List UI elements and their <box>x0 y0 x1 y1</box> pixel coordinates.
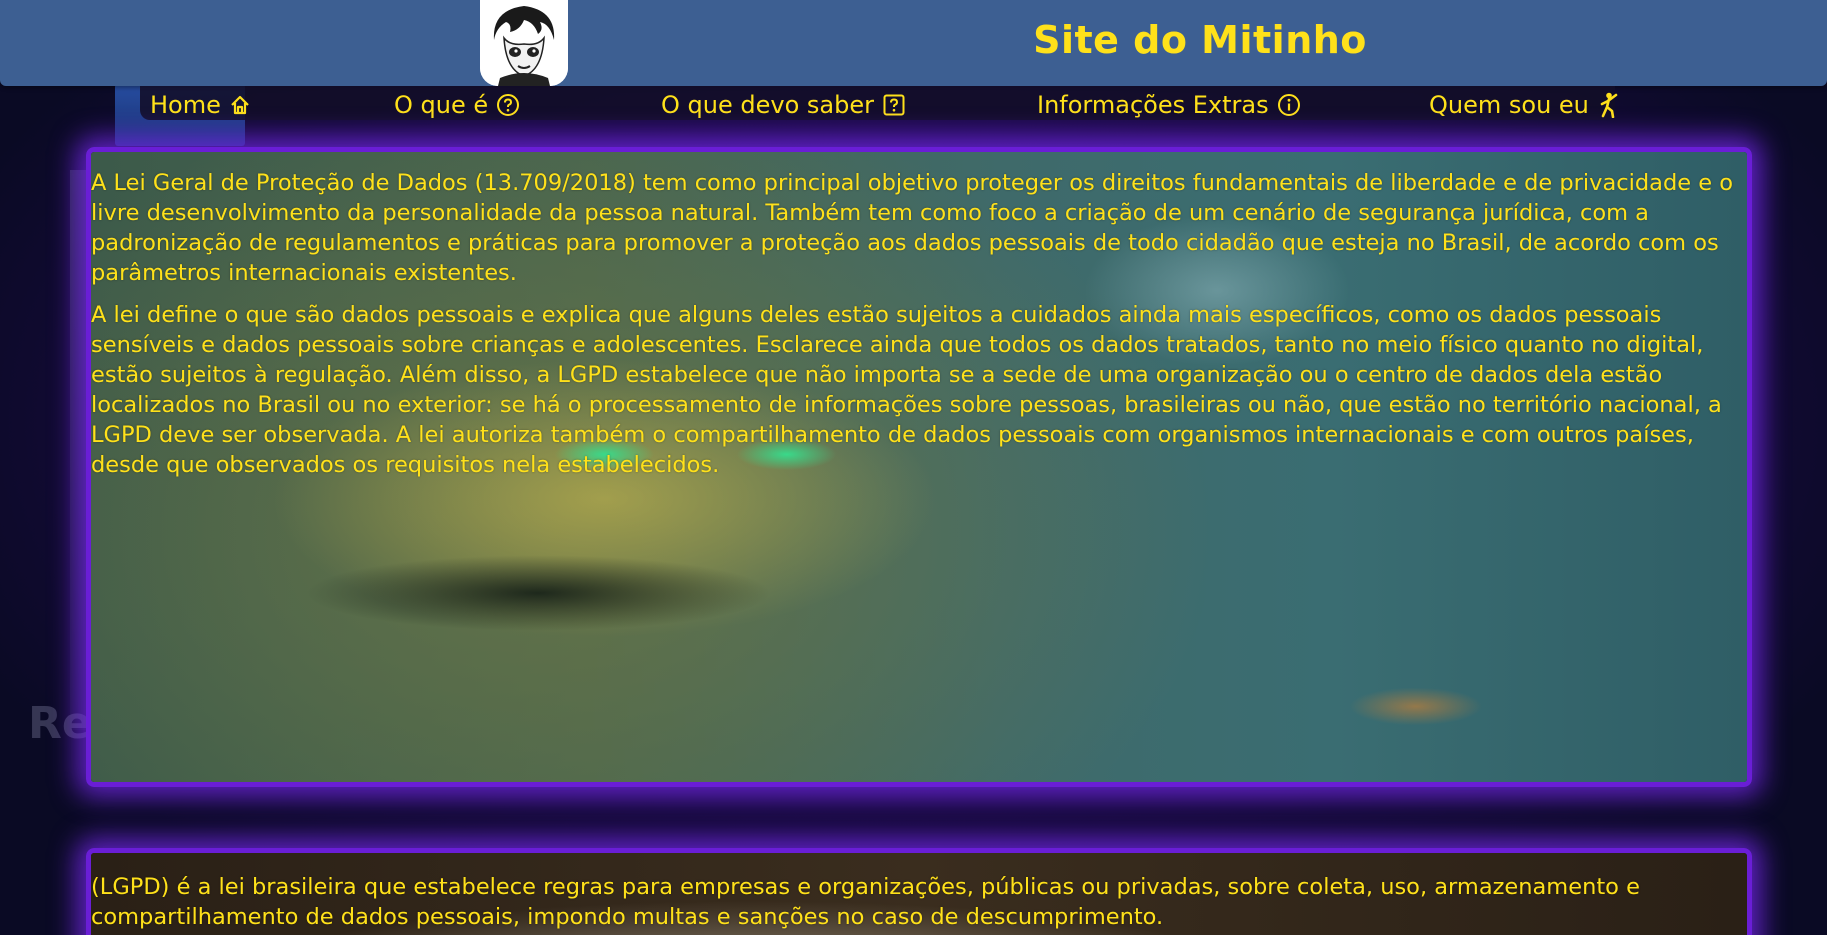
site-title: Site do Mitinho <box>1033 18 1367 62</box>
nav-item-quem-sou-eu[interactable]: Quem sou eu <box>1429 90 1621 120</box>
home-icon <box>229 94 251 116</box>
background-artwork-text: Re <box>28 698 92 749</box>
nav-item-label: Home <box>150 91 221 119</box>
paragraph: A lei define o que são dados pessoais e … <box>91 302 1722 478</box>
content-panel-lgpd-overview: A Lei Geral de Proteção de Dados (13.709… <box>86 147 1752 787</box>
main-nav: Home O que é O que devo saber Informaçõe… <box>140 86 1618 120</box>
nav-item-o-que-e[interactable]: O que é <box>394 90 520 120</box>
person-kick-icon <box>1597 92 1621 118</box>
paragraph: (LGPD) é a lei brasileira que estabelece… <box>91 874 1640 930</box>
nav-item-label: Informações Extras <box>1037 91 1269 119</box>
nav-item-label: O que é <box>394 91 489 119</box>
paragraph: A Lei Geral de Proteção de Dados (13.709… <box>91 170 1733 286</box>
panel-text: A Lei Geral de Proteção de Dados (13.709… <box>91 152 1747 480</box>
panel-text: (LGPD) é a lei brasileira que estabelece… <box>91 853 1747 932</box>
nav-item-o-que-devo-saber[interactable]: O que devo saber <box>661 90 906 120</box>
avatar <box>480 0 568 86</box>
content-panel-lgpd-definition: (LGPD) é a lei brasileira que estabelece… <box>86 848 1752 935</box>
nav-item-home[interactable]: Home <box>150 90 251 120</box>
background-artwork-strip <box>70 170 86 730</box>
site-header: Site do Mitinho <box>0 0 1827 86</box>
nav-item-label: O que devo saber <box>661 91 874 119</box>
nav-item-label: Quem sou eu <box>1429 91 1589 119</box>
info-circle-icon <box>1277 93 1301 117</box>
question-square-icon <box>882 93 906 117</box>
avatar-illustration <box>480 0 568 86</box>
question-circle-icon <box>496 93 520 117</box>
nav-item-informacoes-extras[interactable]: Informações Extras <box>1037 90 1301 120</box>
